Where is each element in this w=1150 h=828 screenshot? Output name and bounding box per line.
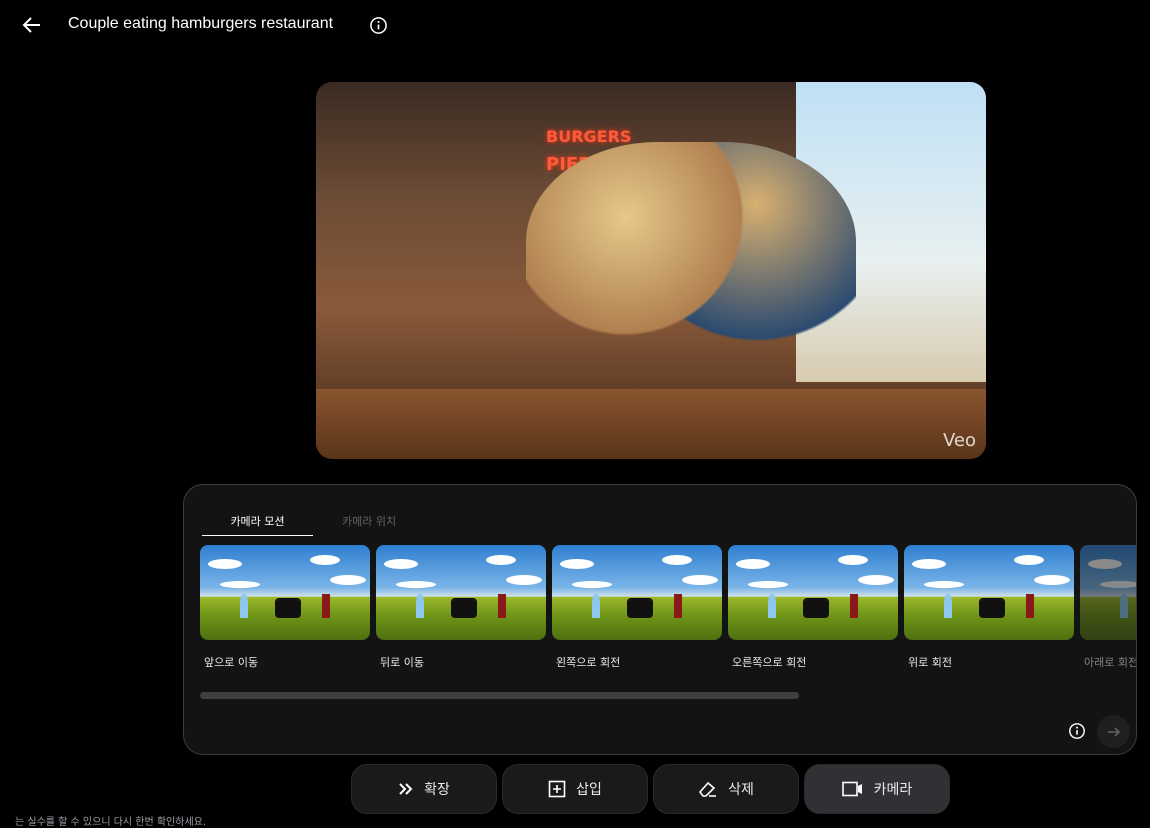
eraser-icon [699, 781, 717, 797]
info-icon[interactable] [369, 16, 388, 35]
option-thumbnail [728, 545, 898, 640]
option-label: 왼쪽으로 회전 [556, 656, 621, 669]
insert-button[interactable]: 삽입 [502, 764, 648, 814]
option-label: 오른쪽으로 회전 [732, 656, 807, 669]
couple-figure [526, 142, 856, 392]
tab-camera-motion[interactable]: 카메라 모션 [202, 513, 313, 536]
option-thumbnail [904, 545, 1074, 640]
remove-label: 삭제 [728, 782, 754, 798]
extend-label: 확장 [424, 782, 450, 798]
disclaimer: 는 실수를 할 수 있으니 다시 한번 확인하세요. [15, 817, 207, 828]
extend-button[interactable]: 확장 [351, 764, 497, 814]
neon-sign: BURGERS [546, 127, 632, 146]
option-label: 뒤로 이동 [380, 656, 424, 669]
submit-button[interactable] [1097, 715, 1130, 748]
info-icon[interactable] [1068, 722, 1086, 740]
add-box-icon [548, 780, 566, 798]
camera-label: 카메라 [873, 782, 913, 798]
camera-motion-option[interactable]: 아래로 회전 [1080, 545, 1137, 670]
camera-motion-option[interactable]: 위로 회전 [904, 545, 1074, 670]
page-title: Couple eating hamburgers restaurant [68, 15, 334, 32]
arrow-right-icon [1107, 726, 1120, 737]
remove-button[interactable]: 삭제 [653, 764, 799, 814]
camera-motion-option[interactable]: 앞으로 이동 [200, 545, 370, 670]
camera-motion-option[interactable]: 뒤로 이동 [376, 545, 546, 670]
option-label: 아래로 회전 [1084, 656, 1137, 669]
insert-label: 삽입 [576, 782, 602, 798]
double-chevron-right-icon [399, 783, 413, 795]
horizontal-scrollbar[interactable] [200, 692, 799, 699]
camera-motion-option[interactable]: 오른쪽으로 회전 [728, 545, 898, 670]
video-preview[interactable]: BURGERS PIER SIDE Veo [316, 82, 986, 459]
veo-watermark: Veo [942, 430, 976, 451]
option-label: 앞으로 이동 [204, 656, 259, 669]
option-thumbnail [1080, 545, 1136, 640]
option-thumbnail [200, 545, 370, 640]
option-label: 위로 회전 [908, 656, 952, 669]
camera-motion-option[interactable]: 왼쪽으로 회전 [552, 545, 722, 670]
tab-camera-position[interactable]: 카메라 위치 [342, 513, 396, 529]
camera-button[interactable]: 카메라 [804, 764, 950, 814]
option-thumbnail [552, 545, 722, 640]
camera-panel: 카메라 모션 카메라 위치 앞으로 이동 뒤로 이동 왼쪽으로 회전 오른쪽으로… [183, 484, 1137, 755]
videocam-icon [841, 781, 862, 797]
table [316, 389, 986, 459]
back-arrow-icon[interactable] [20, 13, 44, 37]
option-thumbnail [376, 545, 546, 640]
